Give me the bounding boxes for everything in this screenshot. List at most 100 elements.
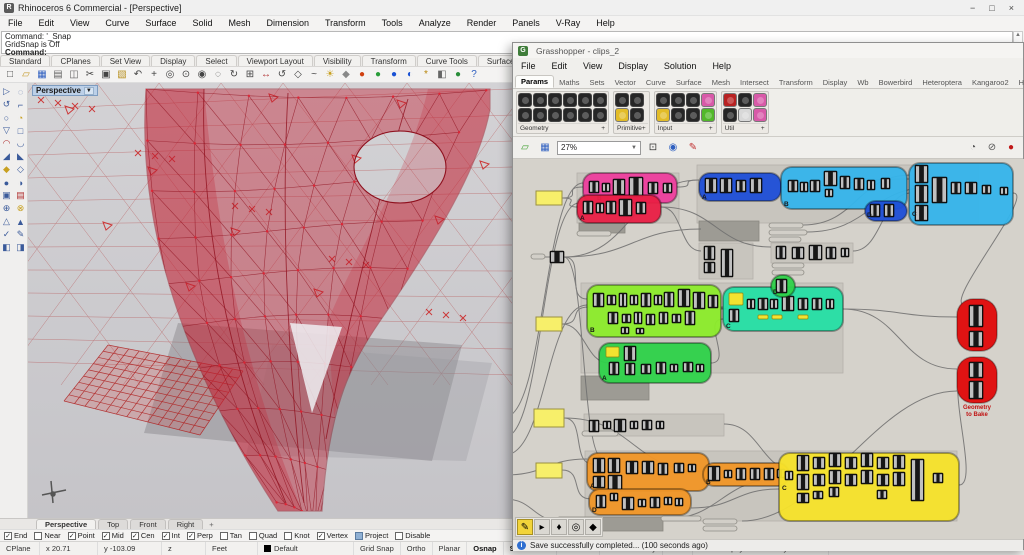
toolbar-tab-set-view[interactable]: Set View <box>100 55 151 66</box>
osnap-end[interactable]: End <box>4 531 27 540</box>
osnap-cen-checkbox[interactable] <box>130 531 139 540</box>
copy-icon[interactable]: ▣ <box>99 68 113 82</box>
sidebar-tool-icon-9[interactable]: ◡ <box>14 137 27 150</box>
palette-component-icon[interactable] <box>752 108 767 122</box>
sidebar-tool-icon-6[interactable]: ▽ <box>0 124 13 137</box>
rhino-menu-dimension[interactable]: Dimension <box>258 18 317 28</box>
palette-component-icon[interactable] <box>563 93 577 107</box>
component-group-d[interactable]: D <box>864 200 908 222</box>
slider-capsule[interactable] <box>581 430 619 437</box>
osnap-near[interactable]: Near <box>34 531 61 540</box>
close-icon[interactable]: × <box>1009 3 1014 13</box>
component-param-yellow[interactable] <box>797 314 809 320</box>
component-group-b[interactable]: B <box>702 462 790 487</box>
maximize-icon[interactable]: □ <box>989 3 994 13</box>
palette-component-icon[interactable] <box>593 108 607 122</box>
zoom-dynamic-icon[interactable]: ◎ <box>163 68 177 82</box>
palette-component-icon[interactable] <box>700 108 715 122</box>
toolbar-tab-visibility[interactable]: Visibility <box>313 55 361 66</box>
osnap-int[interactable]: Int <box>161 531 180 540</box>
gh-tab-kangaroo2[interactable]: Kangaroo2 <box>967 77 1014 88</box>
slider-capsule[interactable] <box>702 518 738 525</box>
chevron-down-icon[interactable]: ▼ <box>631 145 637 151</box>
component-group-a[interactable]: A <box>586 452 710 492</box>
sidebar-tool-icon-23[interactable]: ✎ <box>14 228 27 241</box>
rhino-menu-curve[interactable]: Curve <box>97 18 137 28</box>
osnap-disable-checkbox[interactable] <box>395 531 404 540</box>
palette-component-icon[interactable] <box>670 108 685 122</box>
rhino-menu-mesh[interactable]: Mesh <box>220 18 258 28</box>
gh-tab-curve[interactable]: Curve <box>641 77 671 88</box>
palette-component-icon[interactable] <box>548 108 562 122</box>
gh-tab-surface[interactable]: Surface <box>671 77 707 88</box>
zoom-selected-icon[interactable]: ◌ <box>211 68 225 82</box>
sidebar-tool-icon-25[interactable]: ◨ <box>14 241 27 254</box>
slider-capsule[interactable] <box>768 222 804 229</box>
sketch-pencil-icon[interactable]: ✎ <box>517 519 533 535</box>
palette-group-expand-icon[interactable]: + <box>761 125 765 132</box>
export-icon[interactable]: ◫ <box>67 68 81 82</box>
canvas-pen-icon[interactable]: ✎ <box>685 140 701 156</box>
gh-tab-maths[interactable]: Maths <box>554 77 584 88</box>
gh-tab-transform[interactable]: Transform <box>774 77 818 88</box>
earth-icon[interactable]: ● <box>451 68 465 82</box>
component-param-yellow[interactable] <box>605 346 620 358</box>
sidebar-tool-icon-18[interactable]: ⊕ <box>0 202 13 215</box>
osnap-cen[interactable]: Cen <box>130 531 155 540</box>
sidebar-tool-icon-15[interactable]: ◑ <box>14 176 27 189</box>
viewport-tab-front[interactable]: Front <box>130 519 166 529</box>
sidebar-tool-icon-11[interactable]: ◣ <box>14 150 27 163</box>
viewport-tab-add-icon[interactable]: + <box>205 520 217 529</box>
gh-menu-display[interactable]: Display <box>610 61 656 71</box>
component-group-a[interactable]: A <box>576 194 662 224</box>
gh-tab-bowerbird[interactable]: Bowerbird <box>874 77 918 88</box>
palette-component-icon[interactable] <box>737 93 752 107</box>
palette-component-icon[interactable] <box>655 93 670 107</box>
slider-capsule[interactable] <box>771 269 805 276</box>
palette-component-icon[interactable] <box>578 108 592 122</box>
move-icon[interactable]: ↔ <box>259 68 273 82</box>
rhino-menu-panels[interactable]: Panels <box>504 18 548 28</box>
osnap-knot-checkbox[interactable] <box>284 531 293 540</box>
render-icon[interactable]: ● <box>387 68 401 82</box>
panel-component[interactable] <box>535 462 563 479</box>
compass-disc-icon[interactable]: ◎ <box>568 519 584 535</box>
viewport-tab-top[interactable]: Top <box>98 519 129 529</box>
paint-icon[interactable]: ◆ <box>585 519 601 535</box>
toolbar-tab-viewport-layout[interactable]: Viewport Layout <box>237 55 313 66</box>
bake-cluster[interactable] <box>956 356 998 404</box>
osnap-project-checkbox[interactable] <box>354 531 363 540</box>
gh-tab-mesh[interactable]: Mesh <box>707 77 735 88</box>
minimize-icon[interactable]: − <box>970 3 975 13</box>
palette-group-expand-icon[interactable]: + <box>601 125 605 132</box>
sidebar-tool-icon-19[interactable]: ⊗ <box>14 202 27 215</box>
settings-gear-icon[interactable]: * <box>419 68 433 82</box>
sidebar-tool-icon-24[interactable]: ◧ <box>0 241 13 254</box>
osnap-near-checkbox[interactable] <box>34 531 43 540</box>
sidebar-tool-icon-2[interactable]: ↺ <box>0 98 13 111</box>
palette-component-icon[interactable] <box>615 108 629 122</box>
osnap-mid[interactable]: Mid <box>101 531 124 540</box>
osnap-vertex-checkbox[interactable] <box>316 531 325 540</box>
sidebar-tool-icon-3[interactable]: ⌐ <box>14 98 27 111</box>
rhino-menu-render[interactable]: Render <box>459 18 505 28</box>
preview-eye-icon[interactable]: ◉ <box>665 140 681 156</box>
gh-tab-intersect[interactable]: Intersect <box>735 77 774 88</box>
sidebar-tool-icon-7[interactable]: □ <box>14 124 27 137</box>
osnap-quad-checkbox[interactable] <box>248 531 257 540</box>
rhino-menu-tools[interactable]: Tools <box>374 18 411 28</box>
palette-component-icon[interactable] <box>752 93 767 107</box>
palette-component-icon[interactable] <box>548 93 562 107</box>
color-wheel-icon[interactable]: ● <box>371 68 385 82</box>
palette-component-icon[interactable] <box>518 108 532 122</box>
palette-component-icon[interactable] <box>563 108 577 122</box>
new-file-icon[interactable]: □ <box>3 68 17 82</box>
palette-component-icon[interactable] <box>593 93 607 107</box>
toolbar-tab-transform[interactable]: Transform <box>361 55 416 66</box>
palette-component-icon[interactable] <box>578 93 592 107</box>
viewport-tab-right[interactable]: Right <box>167 519 204 529</box>
status-x-20-71[interactable]: x 20.71 <box>40 542 98 555</box>
osnap-mid-checkbox[interactable] <box>101 531 110 540</box>
sidebar-tool-icon-16[interactable]: ▣ <box>0 189 13 202</box>
pan-icon[interactable]: + <box>147 68 161 82</box>
